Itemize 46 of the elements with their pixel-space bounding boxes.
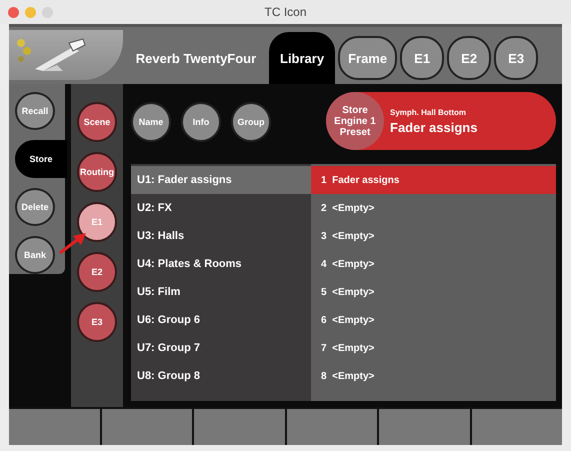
bank-item[interactable]: U3: Halls: [131, 222, 311, 250]
preset-item[interactable]: 6 <Empty>: [311, 306, 556, 334]
tab[interactable]: Library: [269, 32, 336, 84]
soft-key[interactable]: [379, 409, 470, 445]
soft-key[interactable]: [286, 409, 377, 445]
action-button[interactable]: Info: [181, 102, 221, 142]
soft-key[interactable]: [102, 409, 192, 445]
bank-item[interactable]: U7: Group 7: [131, 334, 311, 362]
tab[interactable]: E2: [447, 36, 492, 80]
mode-button[interactable]: Store: [15, 140, 67, 178]
scope-button[interactable]: Scene: [77, 102, 117, 142]
action-button[interactable]: Name: [131, 102, 171, 142]
preset-item[interactable]: 3 <Empty>: [311, 222, 556, 250]
window-title: TC Icon: [264, 5, 306, 19]
product-name: Reverb TwentyFour: [134, 51, 258, 66]
bank-item[interactable]: U1: Fader assigns: [131, 166, 311, 194]
tab[interactable]: E3: [494, 36, 538, 80]
minimize-button[interactable]: [25, 6, 36, 18]
soft-key[interactable]: [472, 409, 562, 445]
bank-item[interactable]: U4: Plates & Rooms: [131, 250, 311, 278]
action-button[interactable]: Group: [231, 102, 271, 142]
mode-button[interactable]: Bank: [15, 236, 55, 274]
scope-button[interactable]: E2: [77, 252, 117, 292]
preset-name: Fader assigns: [390, 120, 478, 134]
tab[interactable]: Frame: [338, 36, 398, 80]
tab[interactable]: E1: [400, 36, 444, 80]
arrow-icon: [59, 232, 87, 254]
store-preset-button[interactable]: Store Engine 1 Preset: [326, 92, 384, 150]
preset-item[interactable]: 5 <Empty>: [311, 278, 556, 306]
preset-item[interactable]: 2 <Empty>: [311, 194, 556, 222]
scope-button[interactable]: E3: [77, 302, 117, 342]
bank-item[interactable]: U8: Group 8: [131, 362, 311, 390]
scope-button[interactable]: Routing: [77, 152, 117, 192]
preset-subtitle: Symph. Hall Bottom: [390, 108, 468, 116]
mode-button[interactable]: Delete: [15, 188, 55, 226]
close-button[interactable]: [8, 6, 19, 18]
bank-item[interactable]: U2: FX: [131, 194, 311, 222]
preset-item[interactable]: 7 <Empty>: [311, 334, 556, 362]
preset-item[interactable]: 1 Fader assigns: [311, 166, 556, 194]
preset-item[interactable]: 8 <Empty>: [311, 362, 556, 390]
soft-key[interactable]: [9, 409, 100, 445]
bank-item[interactable]: U6: Group 6: [131, 306, 311, 334]
bank-item[interactable]: U5: Film: [131, 278, 311, 306]
soft-key[interactable]: [194, 409, 284, 445]
mode-button[interactable]: Recall: [15, 92, 55, 130]
preset-item[interactable]: 4 <Empty>: [311, 250, 556, 278]
